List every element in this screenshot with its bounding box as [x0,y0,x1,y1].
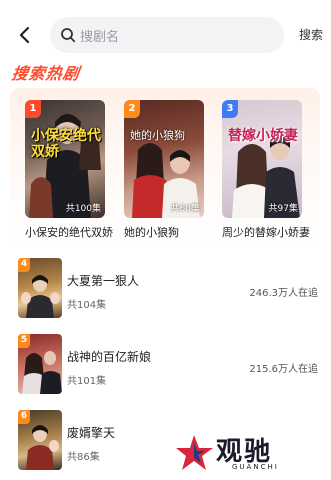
follower-count: 215.6万人在追 [249,364,318,375]
drama-title: 战神的百亿新娘 [67,350,152,364]
drama-title: 她的小狼狗 [124,226,179,239]
drama-title: 大夏第一狠人 [67,274,140,288]
drama-title: 废婿擎天 [67,426,116,440]
poster-title: 小保安绝代双娇 [31,128,101,160]
search-icon [61,28,76,43]
section-title: 搜索热剧 [10,64,82,83]
rank-badge: 5 [18,334,30,348]
rank-badge: 1 [25,100,41,118]
hot-item-2[interactable]: 她的小狼狗 2 共60集 她的小狼狗 [124,100,204,240]
watermark: 观驰 GUANCHI [176,433,300,473]
episode-count: 共104集 [67,300,107,311]
header: 搜剧名 搜索 [0,0,331,68]
thumbnail-image: 4 [18,258,62,318]
episode-count: 共97集 [268,204,298,214]
rank-badge: 2 [124,100,140,118]
search-input[interactable]: 搜剧名 [50,17,284,53]
hot-item-1[interactable]: 小保安绝代双娇 1 共100集 小保安的绝代双娇 [25,100,113,240]
poster-title: 替嫁小娇妻 [228,128,298,144]
list-item-5[interactable]: 5 战神的百亿新娘 共101集 215.6万人在追 [18,334,318,394]
list-item-4[interactable]: 4 大夏第一狠人 共104集 246.3万人在追 [18,258,318,318]
poster-title: 她的小狼狗 [130,129,185,142]
rank-badge: 4 [18,258,30,272]
rank-badge: 3 [222,100,238,118]
thumbnail-image: 6 [18,410,62,470]
thumbnail-image: 5 [18,334,62,394]
follower-count: 246.3万人在追 [249,288,318,299]
episode-count: 共60集 [170,204,200,214]
poster-image: 替嫁小娇妻 3 共97集 [222,100,302,218]
episode-count: 共100集 [65,204,101,214]
search-placeholder: 搜剧名 [80,30,120,45]
guanchi-logo-icon [176,435,213,470]
hot-item-3[interactable]: 替嫁小娇妻 3 共97集 周少的替嫁小娇妻 [222,100,310,240]
drama-title: 小保安的绝代双娇 [25,226,113,239]
poster-image: 小保安绝代双娇 1 共100集 [25,100,105,218]
episode-count: 共101集 [67,376,107,387]
poster-image: 她的小狼狗 2 共60集 [124,100,204,218]
search-button[interactable]: 搜索 [299,26,323,43]
rank-badge: 6 [18,410,30,424]
watermark-en: GUANCHI [232,463,279,471]
back-arrow-icon[interactable] [14,22,36,48]
drama-title: 周少的替嫁小娇妻 [222,226,310,239]
episode-count: 共86集 [67,452,100,463]
